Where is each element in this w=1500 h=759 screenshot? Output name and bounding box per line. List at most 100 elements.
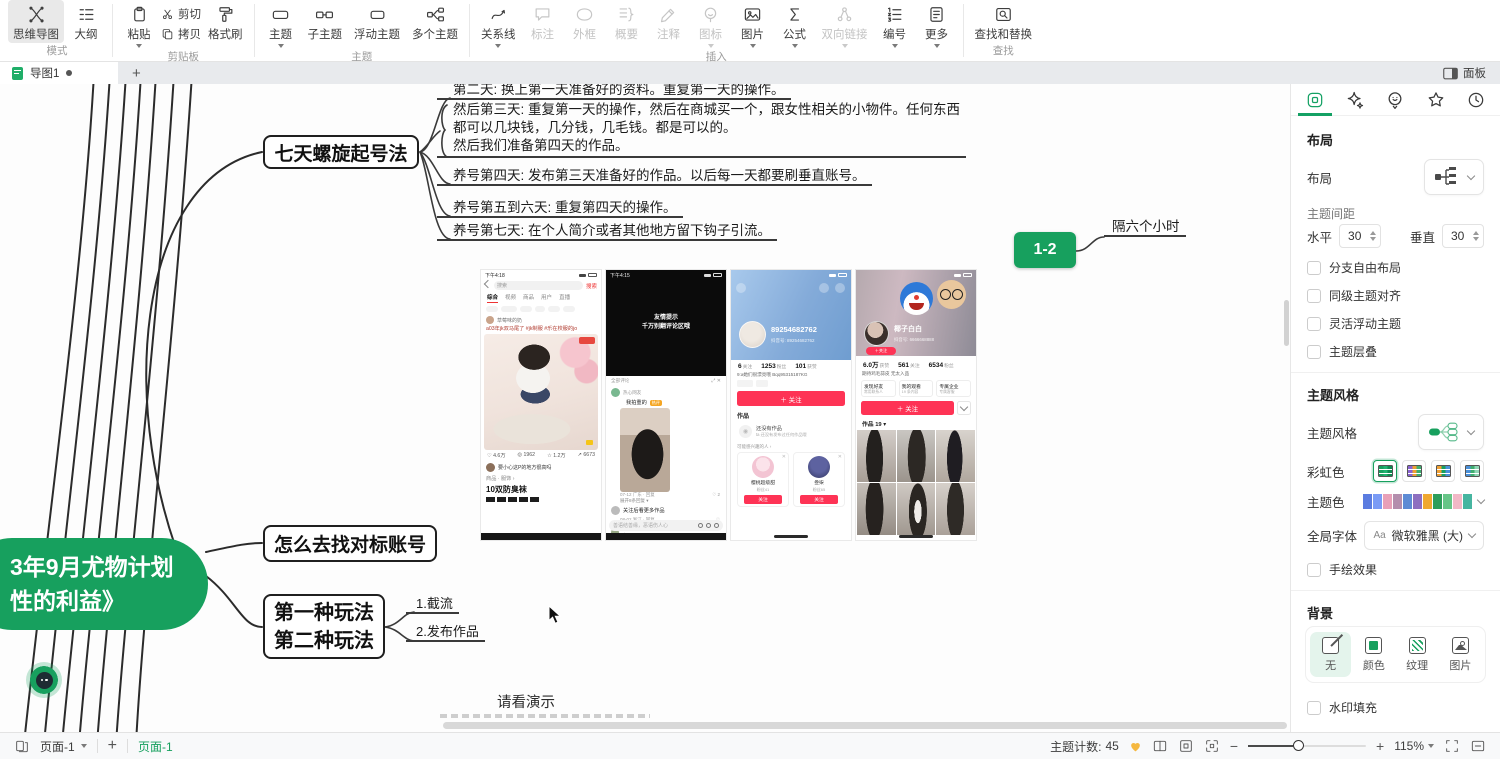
floating-topic-button[interactable]: 浮动主题 bbox=[349, 0, 405, 43]
bidirectional-link-label: 双向链接 bbox=[822, 26, 868, 42]
zoom-out-button[interactable]: − bbox=[1230, 738, 1238, 754]
mindmap-canvas[interactable]: 3年9月尤物计划 性的利益》 七天螺旋起号法 怎么去找对标账号 第一种玩法 第二… bbox=[0, 84, 1290, 732]
branch-day2[interactable]: 第二天: 换上第一天准备好的资料。重复第一天的操作。 bbox=[437, 84, 791, 100]
interval-text-node[interactable]: 隔六个小时 bbox=[1104, 219, 1186, 237]
collapse-branch-button[interactable] bbox=[26, 662, 62, 698]
pages-icon[interactable] bbox=[14, 738, 30, 754]
note-button[interactable]: 注释 bbox=[649, 0, 689, 43]
follow-button: 关注 bbox=[800, 495, 838, 504]
icon-marker-icon bbox=[701, 5, 720, 24]
subtopic-button[interactable]: 子主题 bbox=[303, 0, 348, 43]
rainbow-preset-1[interactable] bbox=[1373, 460, 1397, 482]
horizontal-spacing-stepper[interactable]: 30 bbox=[1339, 224, 1381, 248]
fullscreen-icon[interactable] bbox=[1444, 738, 1460, 754]
background-none-option[interactable]: 无 bbox=[1310, 632, 1351, 677]
tab-stickers[interactable] bbox=[1380, 85, 1410, 115]
branch-day3[interactable]: 然后第三天: 重复第一天的操作，然后在商城买一个，跟女性相关的小物件。任何东西 … bbox=[437, 101, 966, 158]
tab-history[interactable] bbox=[1461, 85, 1491, 115]
theme-color-dropdown[interactable] bbox=[1363, 494, 1484, 509]
mouse-cursor bbox=[548, 605, 562, 625]
horizontal-spacing-value: 30 bbox=[1348, 229, 1364, 243]
central-topic-node[interactable]: 3年9月尤物计划 性的利益》 bbox=[0, 538, 208, 630]
theme-style-dropdown[interactable] bbox=[1418, 414, 1484, 450]
close-icon: ⤢ ✕ bbox=[711, 378, 721, 384]
branch-day7[interactable]: 养号第七天: 在个人简介或者其他地方留下钩子引流。 bbox=[437, 223, 777, 241]
tab-badges[interactable] bbox=[1421, 85, 1451, 115]
cut-button[interactable]: 剪切 bbox=[161, 6, 201, 22]
tab-canvas-format[interactable] bbox=[1300, 85, 1330, 115]
node-seven-day-method[interactable]: 七天螺旋起号法 bbox=[263, 135, 419, 169]
add-page-button[interactable]: + bbox=[108, 737, 117, 755]
topic-button[interactable]: 主题 bbox=[261, 0, 301, 49]
copy-icon bbox=[161, 28, 174, 41]
panel-toggle-button[interactable]: 面板 bbox=[1443, 65, 1486, 81]
rainbow-preset-3[interactable] bbox=[1431, 460, 1455, 482]
phone-screenshot-profile1[interactable]: 89254682762 抖音号: 89254682762 6关注 1253粉丝 … bbox=[730, 269, 852, 541]
history-clock-icon bbox=[1466, 90, 1486, 110]
vertical-spacing-stepper[interactable]: 30 bbox=[1442, 224, 1484, 248]
checkbox-align-sibling-topics[interactable]: 同级主题对齐 bbox=[1291, 287, 1500, 304]
global-font-dropdown[interactable]: Aa 微软雅黑 (大) bbox=[1364, 521, 1484, 550]
background-texture-option[interactable]: 纹理 bbox=[1397, 632, 1438, 677]
center-map-icon[interactable] bbox=[1178, 738, 1194, 754]
layout-dropdown[interactable] bbox=[1424, 159, 1484, 195]
collapse-panel-icon[interactable] bbox=[1470, 738, 1486, 754]
branch-day4[interactable]: 养号第四天: 发布第三天准备好的作品。以后每一天都要刷垂直账号。 bbox=[437, 168, 872, 186]
find-replace-button[interactable]: 查找和替换 bbox=[970, 0, 1038, 43]
video-tip-text: 友情提示 千万别翻评论区哦 bbox=[606, 314, 726, 332]
horizontal-scrollbar[interactable] bbox=[443, 722, 1287, 729]
bidirectional-link-button[interactable]: 双向链接 bbox=[817, 0, 873, 49]
page-tab-active[interactable]: 页面-1 bbox=[138, 738, 173, 755]
outline-view-icon[interactable] bbox=[1152, 738, 1168, 754]
demo-text[interactable]: 请看演示 bbox=[497, 691, 555, 712]
summary-button[interactable]: 概要 bbox=[607, 0, 647, 43]
paste-button[interactable]: 粘贴 bbox=[119, 0, 159, 49]
outline-mode-button[interactable]: 大纲 bbox=[66, 0, 106, 43]
copy-button[interactable]: 拷贝 bbox=[161, 26, 201, 42]
fit-screen-icon[interactable] bbox=[1204, 738, 1220, 754]
phone-screenshot-search[interactable]: 下午4:18 搜索 搜索 综合 视频 商品 用户 直播 草莓味的奶 a03年jk… bbox=[480, 269, 602, 541]
checkbox-watermark-fill[interactable]: 水印填充 bbox=[1291, 699, 1500, 716]
relationship-button[interactable]: 关系线 bbox=[476, 0, 521, 49]
checkbox-topic-overlap[interactable]: 主题层叠 bbox=[1291, 343, 1500, 360]
image-button[interactable]: 图片 bbox=[733, 0, 773, 49]
follow-button: 关注 bbox=[744, 495, 782, 504]
tab-ai-magic[interactable] bbox=[1340, 85, 1370, 115]
numbering-button[interactable]: 编号 bbox=[875, 0, 915, 49]
profile1-stats: 6关注 1253粉丝 101获赞 bbox=[731, 360, 851, 371]
phone-screenshot-profile2[interactable]: 椰子白白 抖音号: 6666668888 ＋关注 6.0万获赞 561关注 65… bbox=[855, 269, 977, 541]
background-color-option[interactable]: 颜色 bbox=[1353, 632, 1394, 677]
checkbox-hand-drawn[interactable]: 手绘效果 bbox=[1291, 561, 1500, 578]
zoom-level-dropdown[interactable]: 115% bbox=[1394, 739, 1434, 753]
vertical-scrollbar[interactable] bbox=[1284, 300, 1289, 346]
zoom-slider[interactable] bbox=[1248, 745, 1366, 747]
play-child-2[interactable]: 2.发布作品 bbox=[406, 624, 485, 642]
callout-button[interactable]: 标注 bbox=[523, 0, 563, 43]
rainbow-preset-4[interactable] bbox=[1460, 460, 1484, 482]
background-image-option[interactable]: 图片 bbox=[1440, 632, 1481, 677]
mindmap-mode-button[interactable]: 思维导图 bbox=[8, 0, 64, 43]
zoom-slider-knob[interactable] bbox=[1293, 740, 1304, 751]
caret-down-icon bbox=[842, 44, 848, 48]
node-play-methods[interactable]: 第一种玩法 第二种玩法 bbox=[263, 594, 385, 659]
format-painter-button[interactable]: 格式刷 bbox=[203, 0, 248, 43]
node-find-benchmark[interactable]: 怎么去找对标账号 bbox=[263, 525, 437, 562]
multiple-topics-button[interactable]: 多个主题 bbox=[407, 0, 463, 43]
branch-day5-6[interactable]: 养号第五到六天: 重复第四天的操作。 bbox=[437, 200, 683, 218]
boundary-button[interactable]: 外框 bbox=[565, 0, 605, 43]
add-tab-button[interactable]: + bbox=[132, 66, 141, 81]
zoom-in-button[interactable]: + bbox=[1376, 738, 1384, 754]
checkbox-free-branch-layout[interactable]: 分支自由布局 bbox=[1291, 259, 1500, 276]
node-interval-1-2[interactable]: 1-2 bbox=[1014, 232, 1076, 268]
rainbow-preset-2[interactable] bbox=[1402, 460, 1426, 482]
page-selector[interactable]: 页面-1 bbox=[40, 738, 87, 755]
back-chevron-icon bbox=[484, 280, 492, 288]
phone-screenshot-comments[interactable]: 下午4:15 友情提示 千万别翻评论区哦 全部评论 ⤢ ✕ 热心网友 我拍重的 … bbox=[605, 269, 727, 541]
play-child-1[interactable]: 1.截流 bbox=[406, 596, 459, 614]
icon-marker-button[interactable]: 图标 bbox=[691, 0, 731, 49]
tab-map1[interactable]: 导图1 bbox=[0, 62, 118, 84]
more-button[interactable]: 更多 bbox=[917, 0, 957, 49]
checkbox-flexible-floating-topic[interactable]: 灵活浮动主题 bbox=[1291, 315, 1500, 332]
p1-share-count: 6673 bbox=[583, 452, 595, 458]
formula-button[interactable]: 公式 bbox=[775, 0, 815, 49]
